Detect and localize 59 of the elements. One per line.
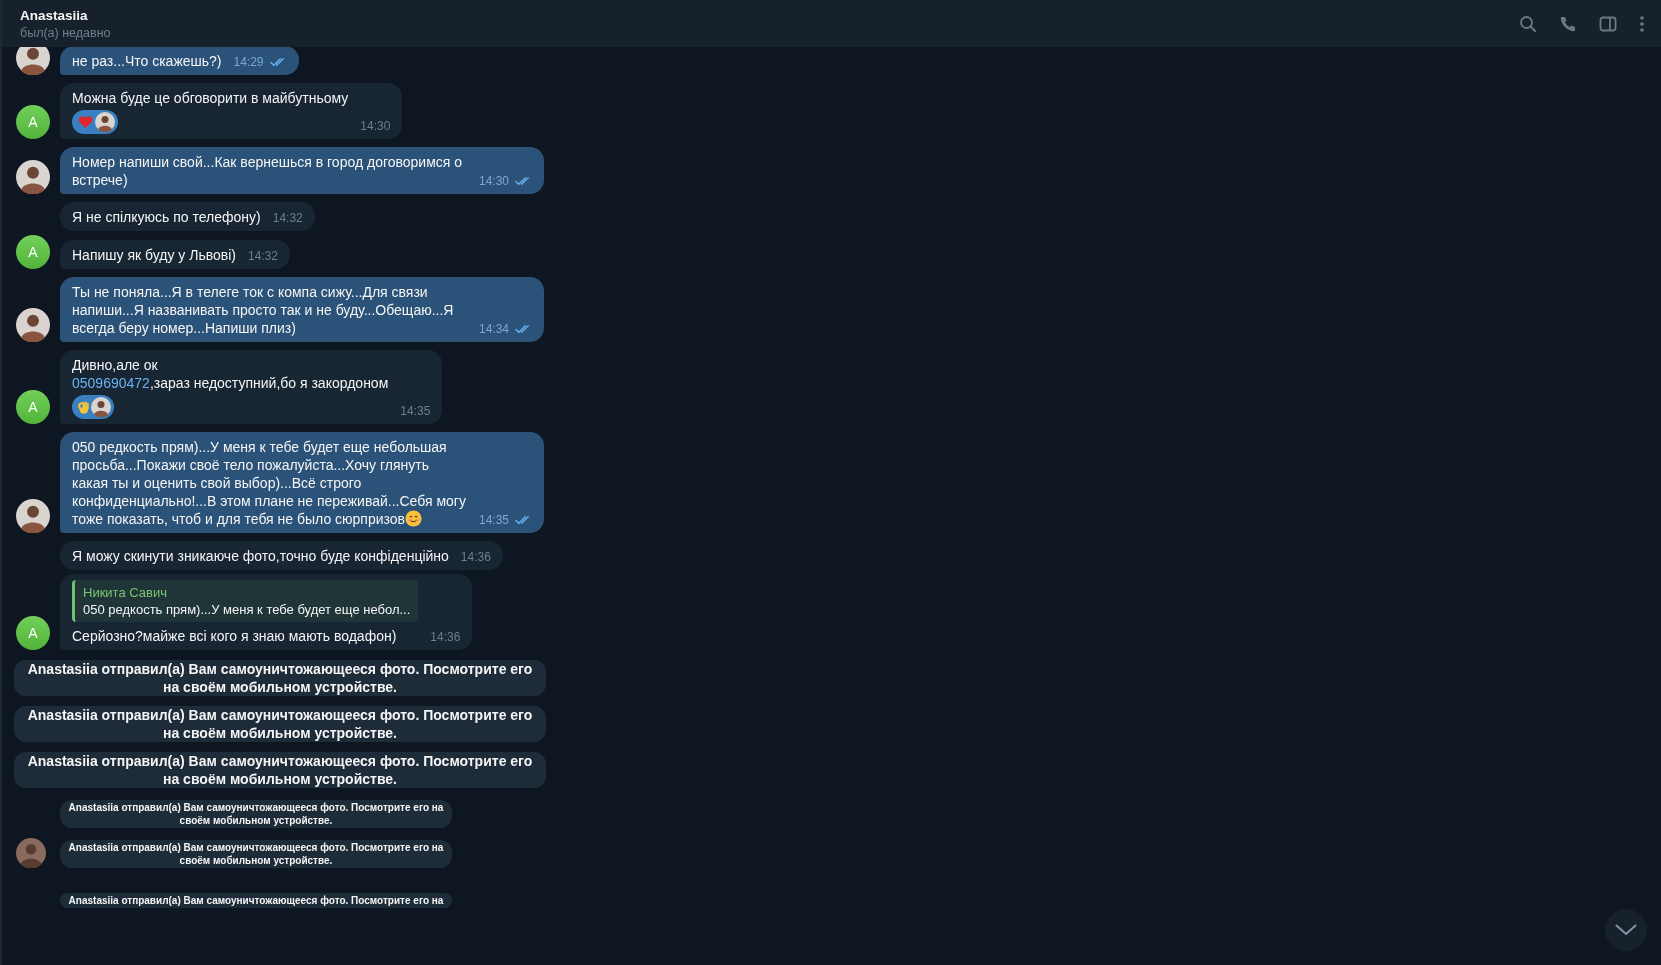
chevron-down-icon	[1615, 924, 1637, 936]
sidebar-toggle-icon[interactable]	[1599, 14, 1617, 33]
reply-text: 050 редкость прям)...У меня к тебе будет еще небол...	[83, 601, 411, 618]
avatar-icon[interactable]	[16, 499, 50, 533]
avatar-icon[interactable]	[16, 47, 50, 75]
message-bubble[interactable]: Я можу скинути зникаюче фото,точно буде конфіденційно 14:36	[60, 541, 503, 570]
message-text: Дивно,але ок 0509690472,зараз недоступний,бо я закордоном	[72, 356, 389, 392]
message-bubble[interactable]: Номер напиши свой...Как вернешься в город договоримся о встрече) 14:30	[60, 147, 545, 194]
message-time: 14:30	[479, 173, 510, 190]
message-time: 14:32	[247, 248, 278, 265]
service-message: Anastasiia отправил(а) Вам самоуничтожающееся фото. Посмотрите его на своём мобильном устройстве.	[14, 752, 546, 788]
message-bubble[interactable]: Ты не поняла...Я в телеге ток с компа сижу...Для связи напиши...Я названивать просто так и не буду...Обещаю...Я всегда беру номер...Напиши плиз) 14:34	[60, 277, 545, 342]
message-bubble[interactable]: Никита Савич 050 редкость прям)...У меня к тебе будет еще небол... Серйозно?майже всі кого я знаю мають водафон) 14:36	[60, 574, 473, 650]
phone-link[interactable]: 0509690472	[72, 375, 150, 391]
message-time: 14:34	[479, 321, 510, 338]
message-text: не раз...Что скажешь?)	[72, 52, 222, 70]
ok-hand-icon	[78, 399, 89, 415]
service-message: Anastasiia отправил(а) Вам самоуничтожающееся фото. Посмотрите его на своём мобильном устройстве.	[14, 706, 546, 742]
reply-author: Никита Савич	[83, 584, 168, 601]
phone-icon[interactable]	[1559, 14, 1577, 33]
avatar-icon[interactable]	[16, 160, 50, 194]
reaction-chip[interactable]	[72, 110, 118, 134]
message-time: 14:29	[233, 54, 264, 71]
message-time: 14:36	[460, 549, 491, 566]
message-text: Номер напиши свой...Как вернешься в город договоримся о встрече)	[72, 153, 464, 189]
message-bubble[interactable]: Я не спілкуюсь по телефону) 14:32	[60, 202, 315, 231]
avatar-icon	[91, 397, 111, 417]
last-seen-status: был(а) недавно	[20, 25, 111, 40]
scroll-down-button[interactable]	[1605, 909, 1647, 951]
message-time: 14:35	[479, 512, 510, 529]
message-bubble[interactable]	[60, 432, 545, 533]
message-text: 050 редкость прям)...У меня к тебе будет еще небольшая просьба...Покажи своё тело пожалуйста...Хочу глянуть какая ты и оценить свой выбор)...Всё строго конфиденциально!...В этом плане не переживай...Себя могу тоже показать, чтоб и для тебя не было сюрпризов	[72, 438, 467, 528]
message-bubble[interactable]: Можна буде це обговорити в майбутньому 14:30	[60, 83, 403, 139]
avatar-icon[interactable]	[16, 308, 50, 342]
message-text: Серйозно?майже всі кого я знаю мають водафон)	[72, 627, 398, 645]
message-time: 14:30	[360, 118, 391, 135]
service-message: Anastasiia отправил(а) Вам самоуничтожающееся фото. Посмотрите его на	[60, 893, 452, 908]
service-message: Anastasiia отправил(а) Вам самоуничтожающееся фото. Посмотрите его на своём мобильном устройстве.	[60, 840, 452, 868]
message-text: Можна буде це обговорити в майбутньому	[72, 89, 349, 107]
message-time: 14:32	[272, 210, 303, 227]
service-message: Anastasiia отправил(а) Вам самоуничтожающееся фото. Посмотрите его на своём мобильном устройстве.	[60, 800, 452, 828]
message-text: Я не спілкуюсь по телефону)	[72, 208, 261, 226]
more-menu-icon[interactable]	[1639, 14, 1645, 33]
search-icon[interactable]	[1519, 14, 1537, 33]
heart-icon	[78, 115, 93, 129]
avatar-icon	[95, 112, 115, 132]
message-bubble[interactable]: Дивно,але ок 0509690472,зараз недоступний,бо я закордоном 14:35	[60, 350, 443, 424]
reply-quote[interactable]: Никита Савич 050 редкость прям)...У меня к тебе будет еще небол...	[72, 580, 419, 622]
message-text: Я можу скинути зникаюче фото,точно буде конфіденційно	[72, 547, 449, 565]
smiley-icon	[405, 510, 422, 527]
message-text: Напишу як буду у Львові)	[72, 246, 236, 264]
message-bubble[interactable]: не раз...Что скажешь?) 14:29	[60, 47, 299, 75]
service-message: Anastasiia отправил(а) Вам самоуничтожающееся фото. Посмотрите его на своём мобильном устройстве.	[14, 660, 546, 696]
reaction-chip[interactable]	[72, 395, 114, 419]
message-text: Ты не поняла...Я в телеге ток с компа сижу...Для связи напиши...Я названивать просто так и не буду...Обещаю...Я всегда беру номер...Напиши плиз)	[72, 283, 455, 337]
message-time: 14:35	[400, 403, 431, 420]
message-time: 14:36	[430, 629, 461, 646]
message-bubble[interactable]: Напишу як буду у Львові) 14:32	[60, 240, 290, 269]
chat-title[interactable]: Anastasiia	[20, 7, 111, 23]
